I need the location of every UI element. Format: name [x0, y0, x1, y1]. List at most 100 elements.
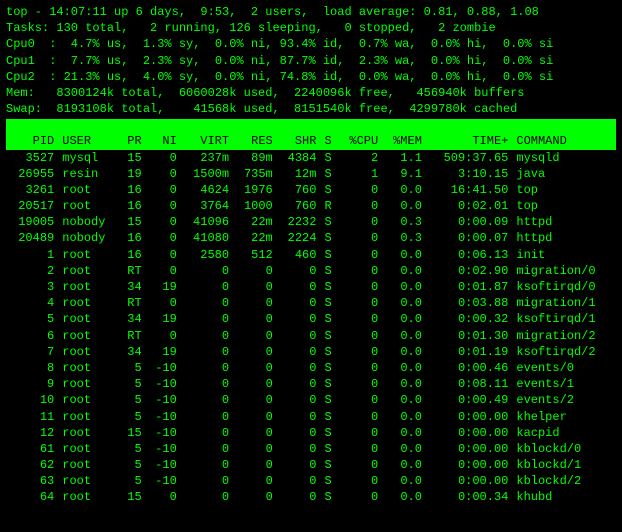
- cell-pid: 5: [6, 311, 58, 327]
- cell-time: 0:00.00: [426, 409, 512, 425]
- cell-mem: 0.0: [382, 182, 426, 198]
- cell-s: S: [320, 473, 338, 489]
- cell-cpu: 2: [339, 150, 383, 166]
- separator-bar: [6, 119, 616, 133]
- cell-pr: 19: [119, 166, 146, 182]
- cell-cpu: 0: [339, 360, 383, 376]
- cell-pr: RT: [119, 263, 146, 279]
- cell-pr: 5: [119, 392, 146, 408]
- cell-user: root: [58, 263, 119, 279]
- cell-time: 0:00.09: [426, 214, 512, 230]
- summary-line-swap: Swap: 8193108k total, 41568k used, 81515…: [6, 101, 616, 117]
- process-table: PID USER PR NI VIRT RES SHR S %CPU %MEM …: [6, 133, 616, 505]
- cell-mem: 1.1: [382, 150, 426, 166]
- cell-cmd: migration/2: [512, 328, 616, 344]
- cell-cmd: httpd: [512, 230, 616, 246]
- cell-virt: 0: [181, 279, 233, 295]
- summary-line-tasks: Tasks: 130 total, 2 running, 126 sleepin…: [6, 20, 616, 36]
- cell-time: 0:00.46: [426, 360, 512, 376]
- cell-user: root: [58, 392, 119, 408]
- cell-shr: 2232: [277, 214, 321, 230]
- cell-cmd: mysqld: [512, 150, 616, 166]
- cell-pr: RT: [119, 328, 146, 344]
- cell-virt: 0: [181, 473, 233, 489]
- cell-user: root: [58, 247, 119, 263]
- cell-cmd: kblockd/0: [512, 441, 616, 457]
- cell-user: root: [58, 328, 119, 344]
- cell-user: nobody: [58, 230, 119, 246]
- cell-ni: 0: [146, 263, 181, 279]
- table-row: 20517root16037641000760R00.00:02.01top: [6, 198, 616, 214]
- cell-res: 1976: [233, 182, 277, 198]
- cell-res: 0: [233, 376, 277, 392]
- cell-shr: 0: [277, 473, 321, 489]
- cell-user: root: [58, 344, 119, 360]
- col-pid: PID: [6, 133, 58, 149]
- col-s: S: [320, 133, 338, 149]
- cell-pr: 5: [119, 473, 146, 489]
- cell-cpu: 0: [339, 311, 383, 327]
- cell-res: 0: [233, 263, 277, 279]
- cell-ni: 19: [146, 311, 181, 327]
- cell-user: root: [58, 473, 119, 489]
- cell-time: 3:10.15: [426, 166, 512, 182]
- cell-s: S: [320, 311, 338, 327]
- cell-time: 0:01.19: [426, 344, 512, 360]
- cell-ni: -10: [146, 392, 181, 408]
- cell-s: S: [320, 441, 338, 457]
- table-row: 12root15-10000S00.00:00.00kacpid: [6, 425, 616, 441]
- cell-pid: 26955: [6, 166, 58, 182]
- cell-res: 735m: [233, 166, 277, 182]
- cell-shr: 2224: [277, 230, 321, 246]
- cell-s: S: [320, 247, 338, 263]
- cell-pr: 16: [119, 198, 146, 214]
- cell-time: 0:00.49: [426, 392, 512, 408]
- cell-shr: 760: [277, 198, 321, 214]
- table-row: 3261root16046241976760S00.016:41.50top: [6, 182, 616, 198]
- cell-pid: 20517: [6, 198, 58, 214]
- table-row: 11root5-10000S00.00:00.00khelper: [6, 409, 616, 425]
- cell-pid: 62: [6, 457, 58, 473]
- cell-virt: 41096: [181, 214, 233, 230]
- cell-pid: 61: [6, 441, 58, 457]
- table-row: 6rootRT0000S00.00:01.30migration/2: [6, 328, 616, 344]
- cell-res: 89m: [233, 150, 277, 166]
- cell-pr: 34: [119, 311, 146, 327]
- cell-virt: 0: [181, 441, 233, 457]
- cell-res: 0: [233, 344, 277, 360]
- col-shr: SHR: [277, 133, 321, 149]
- cell-time: 0:01.30: [426, 328, 512, 344]
- col-mem: %MEM: [382, 133, 426, 149]
- cell-pr: RT: [119, 295, 146, 311]
- cell-mem: 0.0: [382, 247, 426, 263]
- cell-virt: 0: [181, 489, 233, 505]
- cell-virt: 237m: [181, 150, 233, 166]
- terminal-output[interactable]: top - 14:07:11 up 6 days, 9:53, 2 users,…: [6, 4, 616, 506]
- cell-time: 0:02.90: [426, 263, 512, 279]
- cell-s: S: [320, 457, 338, 473]
- cell-res: 0: [233, 489, 277, 505]
- cell-cmd: migration/1: [512, 295, 616, 311]
- cell-pr: 16: [119, 247, 146, 263]
- table-row: 5root3419000S00.00:00.32ksoftirqd/1: [6, 311, 616, 327]
- cell-user: root: [58, 360, 119, 376]
- table-row: 8root5-10000S00.00:00.46events/0: [6, 360, 616, 376]
- cell-cpu: 0: [339, 425, 383, 441]
- cell-res: 0: [233, 360, 277, 376]
- cell-s: S: [320, 214, 338, 230]
- cell-user: root: [58, 409, 119, 425]
- cell-res: 22m: [233, 214, 277, 230]
- cell-mem: 0.0: [382, 295, 426, 311]
- cell-res: 1000: [233, 198, 277, 214]
- cell-cpu: 0: [339, 441, 383, 457]
- cell-shr: 0: [277, 457, 321, 473]
- cell-virt: 0: [181, 457, 233, 473]
- cell-time: 0:08.11: [426, 376, 512, 392]
- cell-s: S: [320, 409, 338, 425]
- cell-user: root: [58, 457, 119, 473]
- cell-virt: 0: [181, 328, 233, 344]
- cell-s: S: [320, 279, 338, 295]
- cell-time: 0:00.00: [426, 425, 512, 441]
- table-row: 64root150000S00.00:00.34khubd: [6, 489, 616, 505]
- cell-res: 0: [233, 328, 277, 344]
